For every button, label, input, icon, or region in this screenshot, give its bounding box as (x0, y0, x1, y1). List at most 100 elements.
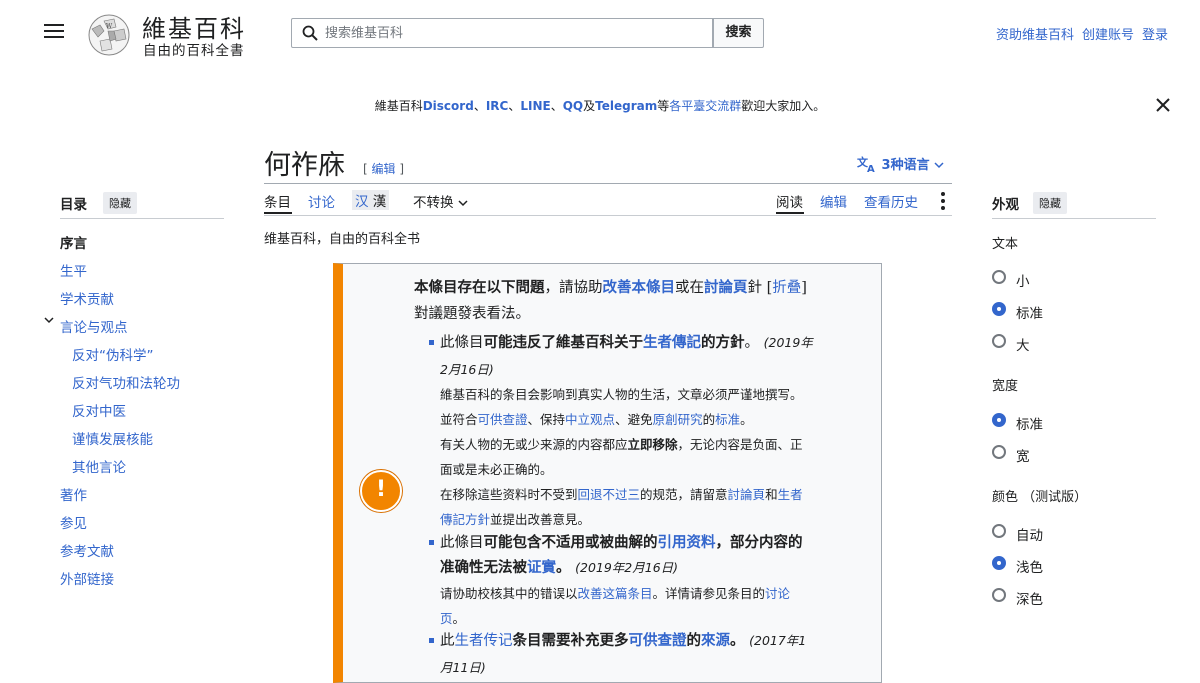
toc-subitem[interactable]: 其他言论 (72, 456, 126, 476)
verifiability-link[interactable]: 可供查證 (629, 632, 687, 649)
tab-edit[interactable]: 编辑 (820, 191, 847, 211)
toc-item[interactable]: 外部链接 (60, 568, 114, 588)
variant-hans[interactable]: 汉 (355, 194, 369, 210)
toc-item[interactable]: 言论与观点 (60, 316, 128, 336)
talk-page-link[interactable]: 討論頁 (704, 279, 748, 296)
color-dark-label[interactable]: 深色 (1016, 588, 1043, 608)
color-light-radio[interactable] (992, 556, 1006, 570)
ambox-text: 或在 (675, 280, 704, 296)
appearance-hide-button[interactable]: 隐藏 (1033, 192, 1067, 214)
toc-subitem[interactable]: 反对中医 (72, 400, 126, 420)
toc-subitem[interactable]: 反对气功和法轮功 (72, 372, 180, 392)
tab-history[interactable]: 查看历史 (864, 191, 918, 211)
width-wide-label[interactable]: 宽 (1016, 445, 1030, 465)
blp-policy-link[interactable]: 生者傳記 (643, 334, 701, 351)
no-original-research-link[interactable]: 原創研究 (653, 412, 703, 427)
variant-hant[interactable]: 漢 (373, 194, 387, 210)
standards-link[interactable]: 标准 (715, 412, 740, 427)
text-size-large-radio[interactable] (992, 334, 1006, 348)
text-size-small-label[interactable]: 小 (1016, 270, 1030, 290)
page-title: 何祚庥 (264, 150, 345, 181)
ambox-text: 針 (747, 280, 763, 296)
telegram-link[interactable]: Telegram (595, 99, 657, 113)
width-standard-radio[interactable] (992, 413, 1006, 427)
blp-policy-link[interactable]: 傳記方針 (440, 512, 490, 527)
edit-title-label[interactable]: 编辑 (372, 162, 396, 176)
tab-talk[interactable]: 讨论 (308, 191, 335, 211)
ambox-text-bold: 可能包含不适用或被曲解的 (483, 534, 658, 551)
chevron-down-icon (934, 162, 944, 169)
text-size-small-radio[interactable] (992, 270, 1006, 284)
blp-policy-link[interactable]: 生者 (778, 487, 803, 502)
improve-article-link[interactable]: 改善这篇条目 (578, 586, 653, 601)
variant-switcher[interactable]: 汉 漢 (352, 190, 390, 210)
npov-link[interactable]: 中立观点 (565, 412, 615, 427)
menu-icon[interactable] (44, 24, 64, 42)
search-box[interactable] (291, 18, 713, 48)
search-button[interactable]: 搜索 (713, 18, 764, 48)
wikipedia-globe-logo[interactable]: W (84, 11, 134, 57)
toc-item[interactable]: 学术贡献 (60, 288, 114, 308)
toc-item[interactable]: 生平 (60, 260, 87, 280)
issue-date: (2019年2月16日) (575, 560, 679, 575)
verifiability-link[interactable]: 可供查證 (478, 412, 528, 427)
talk-page-link[interactable]: 页 (440, 611, 453, 626)
width-standard-label[interactable]: 标准 (1016, 413, 1043, 433)
collapse-link[interactable]: 折叠 (772, 280, 801, 296)
color-auto-label[interactable]: 自动 (1016, 524, 1043, 544)
tab-article[interactable]: 条目 (264, 191, 291, 211)
edit-title-link[interactable]: [ 编辑 ] (363, 160, 404, 177)
sources-link[interactable]: 來源 (701, 632, 730, 649)
ambox-text: 。 (744, 335, 760, 351)
color-auto-radio[interactable] (992, 524, 1006, 538)
issue-citation-heading: 此條目可能包含不适用或被曲解的引用资料，部分内容的 (440, 531, 803, 552)
create-account-link[interactable]: 创建账号 (1082, 28, 1134, 43)
language-button[interactable]: 文 A 3种语言 (857, 154, 944, 175)
toc-subitem[interactable]: 反对“伪科学” (72, 344, 154, 364)
improve-article-link[interactable]: 改善本條目 (603, 279, 676, 296)
tab-read[interactable]: 阅读 (776, 191, 803, 211)
irc-link[interactable]: IRC (486, 99, 509, 113)
citation-link[interactable]: 引用资料 (658, 534, 716, 551)
discord-link[interactable]: Discord (423, 99, 474, 113)
text-size-standard-label[interactable]: 标准 (1016, 302, 1043, 322)
platforms-link[interactable]: 各平臺交流群 (669, 99, 741, 113)
donate-link[interactable]: 资助维基百科 (996, 28, 1074, 43)
blp-link[interactable]: 生者传记 (455, 633, 513, 649)
no-convert-dropdown[interactable]: 不转换 (413, 191, 468, 211)
toc-hide-button[interactable]: 隐藏 (103, 192, 137, 214)
qq-link[interactable]: QQ (563, 99, 583, 113)
ambox-text-bold: 。 (556, 559, 571, 576)
talk-page-link[interactable]: 讨论 (765, 586, 790, 601)
close-icon[interactable] (1154, 96, 1172, 114)
ambox-text: 请协助校核其中的错误以 (440, 586, 578, 601)
issue-sources-heading: 此生者传记条目需要补充更多可供查證的來源。 (2017年1 (440, 629, 806, 650)
toc-item[interactable]: 序言 (60, 232, 87, 252)
width-wide-radio[interactable] (992, 445, 1006, 459)
chevron-down-icon[interactable] (44, 316, 54, 324)
ambox-text-bold: 。 (730, 632, 745, 649)
text-size-standard-radio[interactable] (992, 302, 1006, 316)
text-size-large-label[interactable]: 大 (1016, 334, 1030, 354)
toc-subitem[interactable]: 谨慎发展核能 (72, 428, 153, 448)
login-link[interactable]: 登录 (1142, 28, 1168, 43)
color-dark-radio[interactable] (992, 588, 1006, 602)
issue-detail: 維基百科的条目会影响到真实人物的生活，文章必须严谨地撰写。 (440, 387, 803, 402)
more-icon[interactable] (941, 192, 945, 213)
ambox-text-bold: 的 (686, 632, 702, 649)
appearance-heading: 外观 (992, 197, 1019, 213)
ambox-text: ，請協助 (544, 280, 603, 296)
appearance-divider (992, 218, 1156, 219)
talk-page-link[interactable]: 討論頁 (728, 487, 766, 502)
toc-item[interactable]: 著作 (60, 484, 87, 504)
3rr-link[interactable]: 回退不过三 (578, 487, 641, 502)
notice-separator: 、 (473, 99, 486, 113)
search-input[interactable] (325, 23, 695, 43)
ambox-text: 。 (740, 412, 753, 427)
color-light-label[interactable]: 浅色 (1016, 556, 1043, 576)
verification-link[interactable]: 证實 (527, 559, 556, 576)
toc-item[interactable]: 参见 (60, 512, 87, 532)
issue-detail: 页。 (440, 608, 465, 627)
toc-item[interactable]: 参考文献 (60, 540, 114, 560)
line-link[interactable]: LINE (520, 99, 550, 113)
